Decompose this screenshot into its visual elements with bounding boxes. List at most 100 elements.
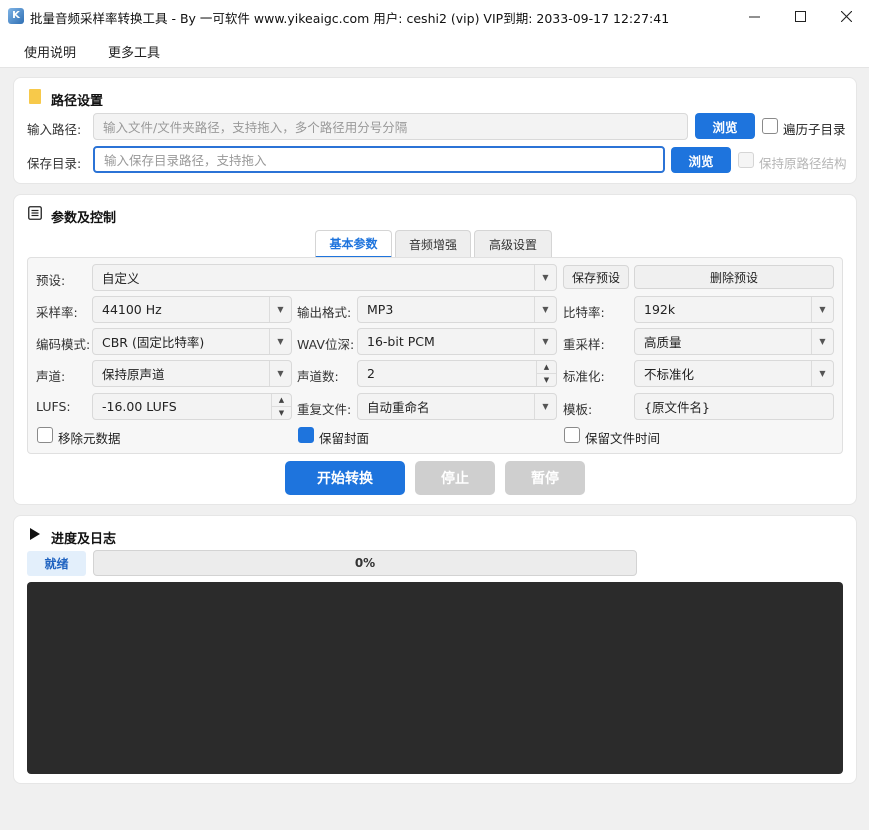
wav-depth-label: WAV位深:: [297, 337, 355, 352]
wav-depth-select[interactable]: 16-bit PCM ▼: [357, 328, 557, 355]
chevron-down-icon: ▼: [269, 297, 291, 322]
keep-cover-checkbox[interactable]: [298, 427, 314, 443]
resample-select[interactable]: 高质量 ▼: [634, 328, 834, 355]
path-settings-title: 路径设置: [51, 94, 104, 109]
save-browse-button[interactable]: 浏览: [671, 147, 731, 173]
encode-mode-value: CBR (固定比特率): [102, 335, 205, 350]
recurse-subdirs-label: 遍历子目录: [783, 122, 846, 137]
input-path-field[interactable]: 输入文件/文件夹路径，支持拖入，多个路径用分号分隔: [93, 113, 688, 140]
window-title: 批量音频采样率转换工具 - By 一可软件 www.yikeaigc.com 用…: [30, 11, 670, 26]
params-control-title: 参数及控制: [51, 211, 117, 226]
keep-structure-checkbox[interactable]: [738, 152, 754, 168]
lufs-label: LUFS:: [36, 399, 71, 414]
channel-count-spinbox[interactable]: 2 ▲ ▼: [357, 360, 557, 387]
normalize-label: 标准化:: [563, 369, 605, 384]
menu-usage-guide[interactable]: 使用说明: [24, 42, 76, 61]
app-icon: K: [8, 8, 24, 24]
bitrate-label: 比特率:: [563, 305, 605, 320]
output-format-select[interactable]: MP3 ▼: [357, 296, 557, 323]
save-dir-label: 保存目录:: [27, 156, 82, 171]
channel-count-label: 声道数:: [297, 369, 339, 384]
channels-label: 声道:: [36, 369, 66, 384]
chevron-down-icon: ▼: [534, 394, 556, 419]
progress-text: 0%: [354, 556, 376, 570]
stop-button[interactable]: 停止: [415, 461, 495, 495]
bitrate-value: 192k: [644, 302, 676, 317]
lufs-spinbox[interactable]: -16.00 LUFS ▲ ▼: [92, 393, 292, 420]
wav-depth-value: 16-bit PCM: [367, 334, 435, 349]
normalize-value: 不标准化: [644, 367, 695, 382]
output-format-value: MP3: [367, 302, 394, 317]
sample-rate-select[interactable]: 44100 Hz ▼: [92, 296, 292, 323]
resample-label: 重采样:: [563, 337, 605, 352]
bitrate-select[interactable]: 192k ▼: [634, 296, 834, 323]
maximize-button[interactable]: [777, 0, 823, 32]
chevron-down-icon: ▼: [534, 265, 556, 290]
duplicate-select[interactable]: 自动重命名 ▼: [357, 393, 557, 420]
lufs-value: -16.00 LUFS: [102, 399, 177, 414]
close-icon: [840, 10, 852, 22]
chevron-down-icon: ▼: [811, 361, 833, 386]
sample-rate-value: 44100 Hz: [102, 302, 162, 317]
save-preset-button[interactable]: 保存预设: [563, 265, 629, 289]
preset-label: 预设:: [36, 273, 66, 288]
preset-select[interactable]: 自定义 ▼: [92, 264, 557, 291]
progress-bar: 0%: [93, 550, 637, 576]
tab-audio-enhance[interactable]: 音频增强: [395, 230, 471, 257]
spin-down-icon[interactable]: ▼: [272, 406, 291, 419]
start-convert-button[interactable]: 开始转换: [285, 461, 405, 495]
title-bar: K 批量音频采样率转换工具 - By 一可软件 www.yikeaigc.com…: [0, 0, 869, 32]
output-format-label: 输出格式:: [297, 305, 352, 320]
channels-select[interactable]: 保持原声道 ▼: [92, 360, 292, 387]
channel-count-value: 2: [367, 366, 375, 381]
pause-button[interactable]: 暂停: [505, 461, 585, 495]
recurse-subdirs-checkbox[interactable]: [762, 118, 778, 134]
menu-bar: 使用说明 更多工具: [0, 32, 869, 68]
minimize-button[interactable]: [731, 0, 777, 32]
resample-value: 高质量: [644, 335, 682, 350]
chevron-down-icon: ▼: [811, 329, 833, 354]
collapse-triangle-icon[interactable]: [30, 528, 40, 543]
spin-up-icon[interactable]: ▲: [272, 394, 291, 406]
menu-more-tools[interactable]: 更多工具: [108, 42, 160, 61]
duplicate-label: 重复文件:: [297, 402, 352, 417]
chevron-down-icon: ▼: [534, 329, 556, 354]
list-icon: [28, 206, 42, 223]
input-path-label: 输入路径:: [27, 122, 82, 137]
chevron-down-icon: ▼: [534, 297, 556, 322]
spin-buttons[interactable]: ▲ ▼: [271, 394, 291, 419]
normalize-select[interactable]: 不标准化 ▼: [634, 360, 834, 387]
remove-metadata-label: 移除元数据: [58, 431, 121, 446]
tab-basic-params[interactable]: 基本参数: [315, 230, 392, 258]
chevron-down-icon: ▼: [269, 361, 291, 386]
log-output[interactable]: [27, 582, 843, 774]
chevron-down-icon: ▼: [811, 297, 833, 322]
spin-buttons[interactable]: ▲ ▼: [536, 361, 556, 386]
keep-structure-label: 保持原路径结构: [759, 156, 847, 171]
close-button[interactable]: [823, 0, 869, 32]
keep-cover-label: 保留封面: [319, 431, 370, 446]
keep-file-time-checkbox[interactable]: [564, 427, 580, 443]
status-badge: 就绪: [27, 551, 86, 576]
encode-mode-label: 编码模式:: [36, 337, 91, 352]
input-browse-button[interactable]: 浏览: [695, 113, 755, 139]
maximize-icon: [794, 10, 806, 22]
template-input[interactable]: {原文件名}: [634, 393, 834, 420]
spin-down-icon[interactable]: ▼: [537, 373, 556, 386]
folder-icon: [29, 89, 41, 104]
duplicate-value: 自动重命名: [367, 400, 430, 415]
progress-log-title: 进度及日志: [51, 532, 117, 547]
delete-preset-button[interactable]: 删除预设: [634, 265, 834, 289]
keep-file-time-label: 保留文件时间: [585, 431, 661, 446]
spin-up-icon[interactable]: ▲: [537, 361, 556, 373]
chevron-down-icon: ▼: [269, 329, 291, 354]
remove-metadata-checkbox[interactable]: [37, 427, 53, 443]
sample-rate-label: 采样率:: [36, 305, 78, 320]
encode-mode-select[interactable]: CBR (固定比特率) ▼: [92, 328, 292, 355]
preset-value: 自定义: [102, 271, 140, 286]
template-label: 模板:: [563, 402, 593, 417]
save-dir-field[interactable]: 输入保存目录路径，支持拖入: [93, 146, 665, 173]
channels-value: 保持原声道: [102, 367, 165, 382]
tab-advanced-settings[interactable]: 高级设置: [474, 230, 552, 257]
minimize-icon: [748, 16, 760, 17]
